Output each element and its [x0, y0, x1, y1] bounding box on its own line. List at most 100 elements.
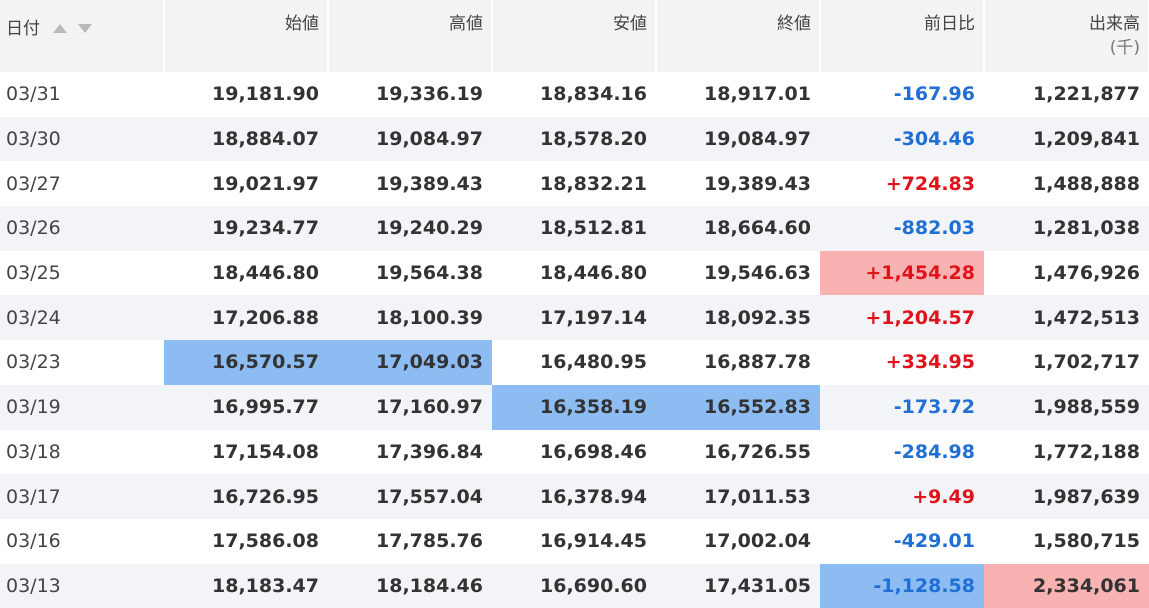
date-cell: 03/31 [6, 83, 61, 106]
table-row: 03/18 17,154.08 17,396.84 16,698.46 16,7… [0, 430, 1149, 475]
change-cell-highlight: +1,454.28 [820, 250, 984, 296]
change-cell: -882.03 [820, 206, 984, 251]
date-cell: 03/24 [0, 295, 164, 341]
table-row: 03/17 16,726.95 17,557.04 16,378.94 17,0… [0, 474, 1149, 519]
change-cell: -284.98 [893, 440, 975, 463]
table-header-row: 日付 始値 高値 安値 終値 前日比 出来高 (千) [0, 0, 1149, 72]
table-row: 03/13 18,183.47 18,184.46 16,690.60 17,4… [0, 563, 1149, 608]
low-cell: 18,512.81 [492, 206, 656, 251]
low-cell: 18,446.80 [540, 262, 647, 285]
open-cell: 16,726.95 [164, 474, 328, 519]
high-cell: 17,557.04 [328, 474, 492, 519]
open-cell: 19,181.90 [212, 83, 319, 106]
close-cell: 16,726.55 [704, 440, 811, 463]
table-row: 03/27 19,021.97 19,389.43 18,832.21 19,3… [0, 161, 1149, 206]
volume-cell: 1,221,877 [1033, 83, 1140, 106]
low-cell: 18,578.20 [492, 116, 656, 162]
high-cell-highlight: 17,049.03 [328, 340, 492, 385]
close-cell: 17,002.04 [704, 530, 811, 553]
date-cell: 03/13 [0, 563, 164, 608]
low-column-header: 安値 [492, 0, 657, 72]
high-cell: 19,336.19 [376, 83, 483, 106]
change-cell-highlight: -1,128.58 [820, 563, 984, 608]
high-cell: 19,084.97 [328, 116, 492, 162]
open-cell: 17,586.08 [212, 530, 319, 553]
date-cell: 03/27 [6, 172, 61, 195]
table-row: 03/19 16,995.77 17,160.97 16,358.19 16,5… [0, 384, 1149, 430]
volume-header-label: 出来高 [1089, 14, 1140, 34]
open-cell: 17,206.88 [164, 295, 328, 341]
close-cell: 19,389.43 [704, 172, 811, 195]
close-column-header: 終値 [656, 0, 821, 72]
change-cell: +724.83 [885, 172, 975, 195]
close-cell: 17,011.53 [656, 474, 820, 519]
close-cell: 18,092.35 [656, 295, 820, 341]
change-cell: -167.96 [893, 83, 975, 106]
date-cell: 03/19 [0, 384, 164, 430]
date-cell: 03/16 [6, 530, 61, 553]
high-cell: 17,785.76 [376, 530, 483, 553]
change-cell: -429.01 [893, 530, 975, 553]
date-header-label: 日付 [6, 19, 40, 39]
table-row: 03/30 18,884.07 19,084.97 18,578.20 19,0… [0, 116, 1149, 162]
open-cell: 17,154.08 [212, 440, 319, 463]
volume-cell: 1,476,926 [1033, 262, 1140, 285]
low-cell: 18,832.21 [540, 172, 647, 195]
close-cell: 19,546.63 [704, 262, 811, 285]
low-cell: 16,698.46 [540, 440, 647, 463]
date-cell: 03/26 [0, 206, 164, 251]
high-cell: 19,240.29 [328, 206, 492, 251]
high-column-header: 高値 [328, 0, 493, 72]
volume-cell: 1,988,559 [984, 384, 1149, 430]
volume-column-header: 出来高 (千) [984, 0, 1149, 72]
close-cell: 19,084.97 [656, 116, 820, 162]
table-row: 03/23 16,570.57 17,049.03 16,480.95 16,8… [0, 340, 1149, 385]
high-cell: 19,389.43 [376, 172, 483, 195]
open-cell: 18,884.07 [164, 116, 328, 162]
open-cell: 16,995.77 [164, 384, 328, 430]
date-column-header[interactable]: 日付 [0, 0, 165, 72]
low-cell: 16,914.45 [540, 530, 647, 553]
open-column-header: 始値 [164, 0, 329, 72]
date-cell: 03/30 [0, 116, 164, 162]
low-cell: 16,378.94 [492, 474, 656, 519]
high-cell: 18,100.39 [328, 295, 492, 341]
close-cell-highlight: 16,552.83 [656, 384, 820, 430]
high-cell: 18,184.46 [328, 563, 492, 608]
close-cell: 17,431.05 [656, 563, 820, 608]
high-cell: 17,160.97 [328, 384, 492, 430]
table-row: 03/16 17,586.08 17,785.76 16,914.45 17,0… [0, 519, 1149, 564]
change-cell: +1,204.57 [820, 295, 984, 341]
date-cell: 03/25 [6, 262, 61, 285]
close-cell: 18,664.60 [656, 206, 820, 251]
change-cell: +9.49 [820, 474, 984, 519]
sort-descending-icon[interactable] [77, 24, 92, 33]
low-cell: 18,834.16 [540, 83, 647, 106]
change-cell: +334.95 [885, 351, 975, 374]
table-row: 03/25 18,446.80 19,564.38 18,446.80 19,5… [0, 250, 1149, 296]
change-cell: -304.46 [820, 116, 984, 162]
change-column-header: 前日比 [820, 0, 985, 72]
date-cell: 03/23 [6, 351, 61, 374]
high-cell: 19,564.38 [376, 262, 483, 285]
low-cell: 16,690.60 [492, 563, 656, 608]
open-cell: 18,183.47 [164, 563, 328, 608]
high-cell: 17,396.84 [376, 440, 483, 463]
volume-cell: 1,772,188 [1033, 440, 1140, 463]
open-cell: 19,021.97 [212, 172, 319, 195]
sort-control[interactable] [53, 16, 92, 40]
close-cell: 18,917.01 [704, 83, 811, 106]
low-cell-highlight: 16,358.19 [492, 384, 656, 430]
open-cell-highlight: 16,570.57 [164, 340, 328, 385]
low-cell: 17,197.14 [492, 295, 656, 341]
volume-cell: 1,488,888 [1033, 172, 1140, 195]
low-cell: 16,480.95 [540, 351, 647, 374]
volume-cell: 1,281,038 [984, 206, 1149, 251]
volume-cell: 1,472,513 [984, 295, 1149, 341]
open-cell: 19,234.77 [164, 206, 328, 251]
stock-price-table: 日付 始値 高値 安値 終値 前日比 出来高 (千) 03/31 19,181.… [0, 0, 1149, 608]
open-cell: 18,446.80 [212, 262, 319, 285]
date-cell: 03/17 [0, 474, 164, 519]
sort-ascending-icon[interactable] [53, 24, 68, 33]
change-cell: -173.72 [820, 384, 984, 430]
